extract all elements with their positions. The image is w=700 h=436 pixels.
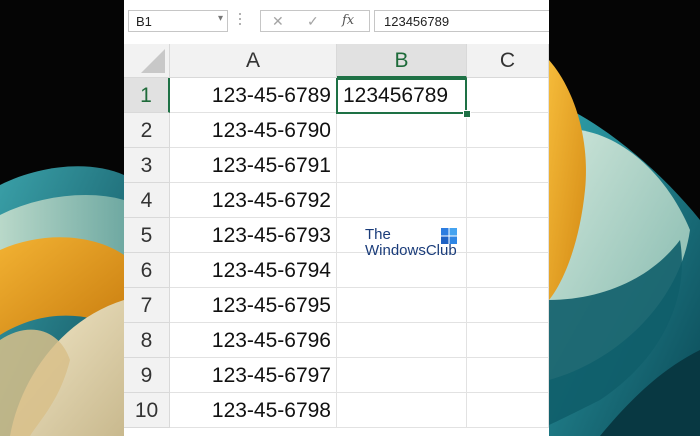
column-header-b[interactable]: B [337, 44, 467, 78]
cell-c1[interactable] [467, 78, 549, 113]
windows-logo-icon [441, 228, 457, 244]
cell-b8[interactable] [337, 323, 467, 358]
formula-bar-splitter[interactable] [239, 13, 241, 28]
column-header-a[interactable]: A [170, 44, 337, 78]
row-header-3[interactable]: 3 [124, 148, 170, 183]
cell-a7[interactable]: 123-45-6795 [170, 288, 337, 323]
row-header-7[interactable]: 7 [124, 288, 170, 323]
cancel-icon[interactable]: ✕ [272, 13, 284, 29]
name-box-value: B1 [136, 14, 152, 29]
row-header-4[interactable]: 4 [124, 183, 170, 218]
formula-input[interactable]: 123456789 [374, 10, 549, 32]
cell-c7[interactable] [467, 288, 549, 323]
cell-c10[interactable] [467, 393, 549, 428]
fill-handle[interactable] [463, 110, 471, 118]
excel-window: B1 ▾ ✕ ✓ fx 123456789 A B C 1 123-45-6789… [124, 0, 549, 436]
cell-c4[interactable] [467, 183, 549, 218]
cell-c3[interactable] [467, 148, 549, 183]
enter-icon[interactable]: ✓ [307, 13, 319, 29]
worksheet-grid: A B C 1 123-45-6789 123456789 2 123-45-6790 3… [124, 44, 549, 436]
cell-b10[interactable] [337, 393, 467, 428]
insert-function-icon[interactable]: fx [342, 13, 354, 29]
cell-a5[interactable]: 123-45-6793 [170, 218, 337, 253]
cell-a10[interactable]: 123-45-6798 [170, 393, 337, 428]
cell-c2[interactable] [467, 113, 549, 148]
cell-c5[interactable] [467, 218, 549, 253]
cell-c6[interactable] [467, 253, 549, 288]
cell-b7[interactable] [337, 288, 467, 323]
cell-a1[interactable]: 123-45-6789 [170, 78, 337, 113]
watermark: The WindowsClub [365, 226, 465, 262]
cell-b2[interactable] [337, 113, 467, 148]
cell-b4[interactable] [337, 183, 467, 218]
name-box[interactable]: B1 ▾ [128, 10, 228, 32]
cell-a6[interactable]: 123-45-6794 [170, 253, 337, 288]
column-header-c[interactable]: C [467, 44, 549, 78]
row-header-2[interactable]: 2 [124, 113, 170, 148]
row-header-10[interactable]: 10 [124, 393, 170, 428]
cell-b1[interactable]: 123456789 [337, 78, 467, 113]
cell-a8[interactable]: 123-45-6796 [170, 323, 337, 358]
cell-b3[interactable] [337, 148, 467, 183]
row-header-8[interactable]: 8 [124, 323, 170, 358]
cell-a9[interactable]: 123-45-6797 [170, 358, 337, 393]
cell-a2[interactable]: 123-45-6790 [170, 113, 337, 148]
cell-c8[interactable] [467, 323, 549, 358]
cell-a3[interactable]: 123-45-6791 [170, 148, 337, 183]
watermark-line2: WindowsClub [365, 242, 457, 259]
formula-buttons: ✕ ✓ fx [260, 10, 370, 32]
select-all-button[interactable] [124, 44, 170, 78]
formula-value: 123456789 [384, 14, 450, 29]
row-header-9[interactable]: 9 [124, 358, 170, 393]
row-header-6[interactable]: 6 [124, 253, 170, 288]
row-header-5[interactable]: 5 [124, 218, 170, 253]
row-header-1[interactable]: 1 [124, 78, 170, 113]
cell-a4[interactable]: 123-45-6792 [170, 183, 337, 218]
cell-c9[interactable] [467, 358, 549, 393]
cell-b9[interactable] [337, 358, 467, 393]
formula-bar: B1 ▾ ✕ ✓ fx 123456789 [124, 0, 549, 45]
chevron-down-icon[interactable]: ▾ [218, 13, 223, 24]
select-all-triangle-icon [141, 49, 165, 73]
